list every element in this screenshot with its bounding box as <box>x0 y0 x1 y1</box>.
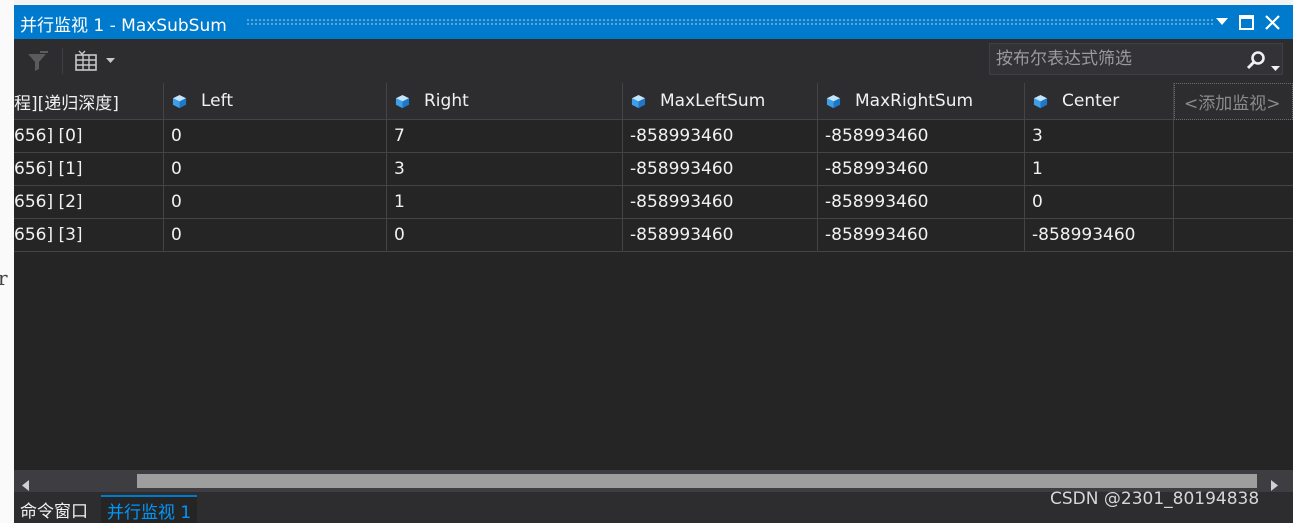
table-cell[interactable]: 0 <box>164 219 387 252</box>
table-cell[interactable]: 0 <box>164 186 387 219</box>
table-cell[interactable]: -858993460 <box>623 120 818 153</box>
column-header-label: Left <box>201 91 233 111</box>
column-header-label: MaxRightSum <box>855 91 974 111</box>
watch-grid: 程][递归深度] Left Right MaxLeftSum MaxRightS… <box>14 83 1293 252</box>
table-cell[interactable]: -858993460 <box>623 219 818 252</box>
table-cell[interactable]: 656] [2] <box>14 186 164 219</box>
table-cell[interactable]: 0 <box>387 219 623 252</box>
table-cell[interactable]: 7 <box>387 120 623 153</box>
filter-search-input[interactable] <box>990 44 1240 74</box>
table-cell[interactable]: 656] [3] <box>14 219 164 252</box>
column-header-label: 程][递归深度] <box>14 93 119 114</box>
table-cell-empty <box>1174 186 1293 219</box>
tab-parallel-watch[interactable]: 并行监视 1 <box>101 495 198 523</box>
filter-icon[interactable] <box>26 49 50 73</box>
parallel-watch-window: 并行监视 1 - MaxSubSum 按布尔表达式筛选 程][递归深度] Lef… <box>14 5 1293 523</box>
table-cell[interactable]: -858993460 <box>818 153 1025 186</box>
close-icon[interactable] <box>1261 11 1283 33</box>
search-icon[interactable] <box>1246 50 1266 74</box>
table-cell-empty <box>1174 219 1293 252</box>
table-cell[interactable]: 0 <box>164 120 387 153</box>
variable-cube-icon <box>395 94 410 108</box>
table-cell[interactable]: 3 <box>387 153 623 186</box>
background-text-fragment: r <box>0 266 8 290</box>
table-cell[interactable]: 656] [0] <box>14 120 164 153</box>
table-cell[interactable]: 1 <box>1025 153 1174 186</box>
table-cell[interactable]: 0 <box>1025 186 1174 219</box>
grid-columns-icon[interactable] <box>74 49 98 73</box>
table-cell-empty <box>1174 120 1293 153</box>
toolbar-separator <box>62 48 63 74</box>
column-header-label: Center <box>1062 91 1120 111</box>
filter-search-box <box>989 43 1283 75</box>
variable-cube-icon <box>631 94 646 108</box>
column-header-maxrightsum[interactable]: MaxRightSum <box>818 83 1025 120</box>
column-header-left[interactable]: Left <box>164 83 387 120</box>
window-dropdown-icon[interactable] <box>1211 11 1233 33</box>
search-options-dropdown-icon[interactable] <box>1271 57 1280 76</box>
table-cell[interactable]: -858993460 <box>818 186 1025 219</box>
variable-cube-icon <box>826 94 841 108</box>
column-header-center[interactable]: Center <box>1025 83 1174 120</box>
columns-dropdown-icon[interactable] <box>106 49 115 73</box>
column-header-label: Right <box>424 91 469 111</box>
table-cell[interactable]: -858993460 <box>623 186 818 219</box>
add-watch-column[interactable]: <添加监视> <box>1174 83 1293 120</box>
title-bar[interactable]: 并行监视 1 - MaxSubSum <box>14 5 1293 39</box>
variable-cube-icon <box>172 94 187 108</box>
maximize-icon[interactable] <box>1235 11 1257 33</box>
table-cell[interactable]: -858993460 <box>1025 219 1174 252</box>
table-cell[interactable]: -858993460 <box>623 153 818 186</box>
title-grip[interactable] <box>246 18 1213 25</box>
window-title: 并行监视 1 - MaxSubSum <box>20 16 227 36</box>
column-header-right[interactable]: Right <box>387 83 623 120</box>
table-cell[interactable]: 0 <box>164 153 387 186</box>
scrollbar-thumb[interactable] <box>137 474 1257 488</box>
watermark: CSDN @2301_80194838 <box>1050 489 1260 509</box>
table-cell[interactable]: 1 <box>387 186 623 219</box>
toolbar <box>14 39 1293 83</box>
table-cell-empty <box>1174 153 1293 186</box>
tab-command-window[interactable]: 命令窗口 <box>14 495 94 523</box>
column-header-thread[interactable]: 程][递归深度] <box>14 83 164 120</box>
table-cell[interactable]: 656] [1] <box>14 153 164 186</box>
table-cell[interactable]: -858993460 <box>818 219 1025 252</box>
background-editor-strip: r <box>0 0 14 523</box>
table-cell[interactable]: -858993460 <box>818 120 1025 153</box>
table-cell[interactable]: 3 <box>1025 120 1174 153</box>
variable-cube-icon <box>1033 94 1048 108</box>
column-header-maxleftsum[interactable]: MaxLeftSum <box>623 83 818 120</box>
column-header-label: MaxLeftSum <box>660 91 766 111</box>
